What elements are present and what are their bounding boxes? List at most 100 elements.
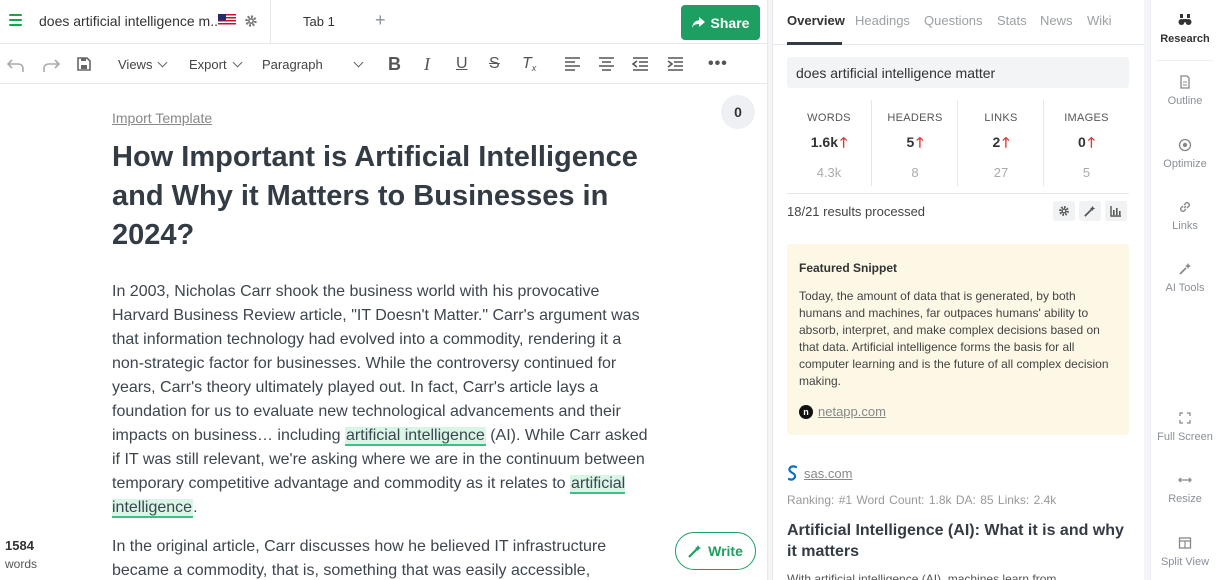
tab-news[interactable]: News (1040, 13, 1073, 28)
rail-label: AI Tools (1165, 282, 1205, 294)
editor-content[interactable]: Import Template 0 How Important is Artif… (0, 84, 767, 580)
strikethrough-icon[interactable]: S (489, 54, 500, 74)
stat-headers: HEADERS 5 🡑 8 (873, 100, 958, 186)
hamburger-menu-icon[interactable] (9, 14, 22, 26)
stat-label: HEADERS (887, 112, 943, 124)
divider (787, 193, 1129, 194)
stat-value: 0 🡑 (1077, 134, 1096, 150)
document-heading[interactable]: How Important is Artificial Intelligence… (112, 138, 652, 255)
magic-wand-icon (688, 545, 702, 558)
result-metrics: Ranking: #1 Word Count: 1.8k DA: 85 Link… (787, 493, 1057, 507)
stat-images: IMAGES 0 🡑 5 (1044, 100, 1129, 186)
more-options-icon[interactable]: ••• (708, 54, 728, 74)
source-link[interactable]: netapp.com (818, 404, 886, 419)
chevron-down-icon (232, 57, 243, 67)
para1-text-a: In 2003, Nicholas Carr shook the busines… (112, 283, 640, 444)
featured-snippet-text: Today, the amount of data that is genera… (799, 289, 1109, 388)
rail-split-view[interactable]: Split View (1151, 536, 1218, 568)
tab-divider (270, 0, 271, 44)
chevron-down-icon (158, 57, 168, 67)
rail-label: Split View (1160, 556, 1210, 568)
link-icon (1179, 201, 1191, 213)
comment-count-badge[interactable]: 0 (721, 95, 755, 129)
share-button[interactable]: Share (681, 5, 760, 40)
tab-wiki[interactable]: Wiki (1087, 13, 1112, 28)
align-center-icon[interactable] (598, 54, 615, 74)
rail-label: Full Screen (1157, 431, 1213, 443)
underline-icon[interactable]: U (456, 54, 468, 74)
research-panel: Overview Headings Questions Stats News W… (773, 0, 1144, 580)
italic-icon[interactable]: I (424, 54, 430, 74)
indent-icon[interactable] (667, 54, 684, 74)
featured-snippet-card: Featured Snippet Today, the amount of da… (787, 244, 1129, 435)
target-icon (1178, 138, 1192, 152)
rail-research[interactable]: Research (1151, 13, 1218, 45)
tab-overview[interactable]: Overview (787, 13, 845, 28)
result-title[interactable]: Artificial Intelligence (AI): What it is… (787, 520, 1132, 562)
stat-label: WORDS (807, 112, 851, 124)
stat-target: 4.3k (816, 165, 842, 180)
panel-tabs: Overview Headings Questions Stats News W… (773, 0, 1144, 45)
stat-label: LINKS (984, 112, 1018, 124)
editor-topbar: does artificial intelligence m... Tab 1 … (0, 0, 767, 44)
arrow-up-icon: 🡑 (839, 134, 848, 150)
rail-links[interactable]: Links (1151, 200, 1218, 232)
app-root: does artificial intelligence m... Tab 1 … (0, 0, 1218, 580)
keyword-highlight[interactable]: artificial intelligence (345, 427, 486, 446)
results-processed: 18/21 results processed (787, 204, 926, 219)
source-link[interactable]: sas.com (804, 466, 852, 481)
redo-icon[interactable] (42, 54, 60, 74)
import-template-link[interactable]: Import Template (112, 110, 212, 126)
stat-target: 27 (993, 165, 1009, 180)
split-view-icon (1178, 537, 1192, 549)
write-label: Write (708, 543, 743, 559)
chart-button[interactable] (1105, 201, 1127, 221)
keyword-query[interactable]: does artificial intelligence matter (787, 57, 1129, 88)
rail-label: Outline (1167, 95, 1203, 107)
word-count-label: words (5, 557, 38, 571)
result-source: sas.com (787, 465, 852, 481)
tab-questions[interactable]: Questions (924, 13, 983, 28)
stat-value: 2 🡑 (992, 134, 1010, 150)
rail-resize[interactable]: Resize (1151, 473, 1218, 505)
views-dropdown[interactable]: Views (118, 54, 168, 74)
editor-pane: does artificial intelligence m... Tab 1 … (0, 0, 767, 580)
rail-optimize[interactable]: Optimize (1151, 138, 1218, 170)
rail-label: Optimize (1163, 158, 1207, 170)
results-actions (1053, 201, 1127, 221)
paragraph-1[interactable]: In 2003, Nicholas Carr shook the busines… (112, 280, 652, 520)
clear-format-icon[interactable]: Tx (522, 54, 536, 74)
outdent-icon[interactable] (632, 54, 649, 74)
save-icon[interactable] (76, 54, 92, 74)
tab-1[interactable]: Tab 1 (303, 14, 335, 29)
gear-icon[interactable] (244, 14, 258, 28)
rail-ai-tools[interactable]: AI Tools (1151, 262, 1218, 294)
rail-full-screen[interactable]: Full Screen (1151, 411, 1218, 443)
bold-icon[interactable]: B (388, 54, 401, 74)
align-left-icon[interactable] (564, 54, 581, 74)
stat-target: 5 (1082, 165, 1091, 180)
write-button[interactable]: Write (675, 532, 756, 570)
right-rail: Research Outline Optimize Links AI Tools… (1150, 0, 1218, 580)
tab-headings[interactable]: Headings (855, 13, 910, 28)
tab-stats[interactable]: Stats (997, 13, 1027, 28)
magic-wand-icon (1179, 263, 1191, 275)
active-tab-indicator (787, 42, 842, 45)
undo-icon[interactable] (7, 54, 25, 74)
document-icon (1180, 75, 1190, 89)
document-title[interactable]: does artificial intelligence m... (39, 13, 222, 29)
fullscreen-icon (1179, 412, 1191, 424)
views-label: Views (118, 56, 153, 72)
ai-tools-button[interactable] (1079, 201, 1101, 221)
paragraph-2[interactable]: In the original article, Carr discusses … (112, 535, 652, 580)
rail-outline[interactable]: Outline (1151, 75, 1218, 107)
block-type-select[interactable]: Paragraph (262, 54, 364, 74)
content-stats: WORDS 1.6k 🡑 4.3k HEADERS 5 🡑 8 LINKS 2 🡑 2… (787, 100, 1129, 186)
bar-chart-icon (1110, 206, 1121, 217)
add-tab-button[interactable]: + (375, 10, 386, 31)
us-flag-icon[interactable] (218, 14, 236, 26)
export-dropdown[interactable]: Export (189, 54, 243, 74)
resize-icon (1178, 477, 1192, 483)
stat-value: 1.6k 🡑 (810, 134, 848, 150)
settings-button[interactable] (1053, 201, 1075, 221)
